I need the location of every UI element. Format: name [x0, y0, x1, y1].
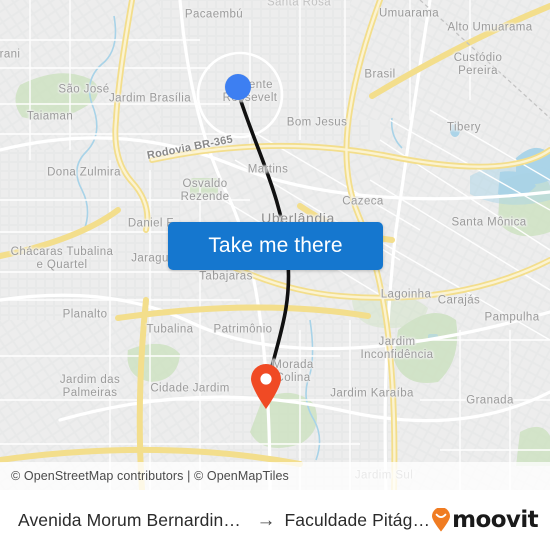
route-origin-label: Avenida Morum Bernardino, 6… — [18, 509, 248, 530]
take-me-there-button[interactable]: Take me there — [168, 222, 383, 270]
arrow-right-icon: → — [256, 509, 276, 531]
destination-pin-marker[interactable] — [249, 364, 283, 410]
moovit-pin-smile-icon — [431, 508, 451, 532]
route-summary-bar: Avenida Morum Bernardino, 6… → Faculdade… — [0, 490, 550, 550]
map-attribution: © OpenStreetMap contributors | © OpenMap… — [0, 462, 550, 490]
moovit-logo[interactable]: moovit — [431, 506, 539, 533]
origin-dot-marker[interactable] — [225, 74, 251, 100]
moovit-map-screen: Pacaembú Santa Rosa Umuarama Alto Umuarama r… — [0, 0, 550, 550]
map-canvas[interactable]: Pacaembú Santa Rosa Umuarama Alto Umuarama r… — [0, 0, 550, 490]
moovit-wordmark: moovit — [452, 506, 538, 533]
route-destination-label: Faculdade Pitágor… — [284, 509, 432, 530]
